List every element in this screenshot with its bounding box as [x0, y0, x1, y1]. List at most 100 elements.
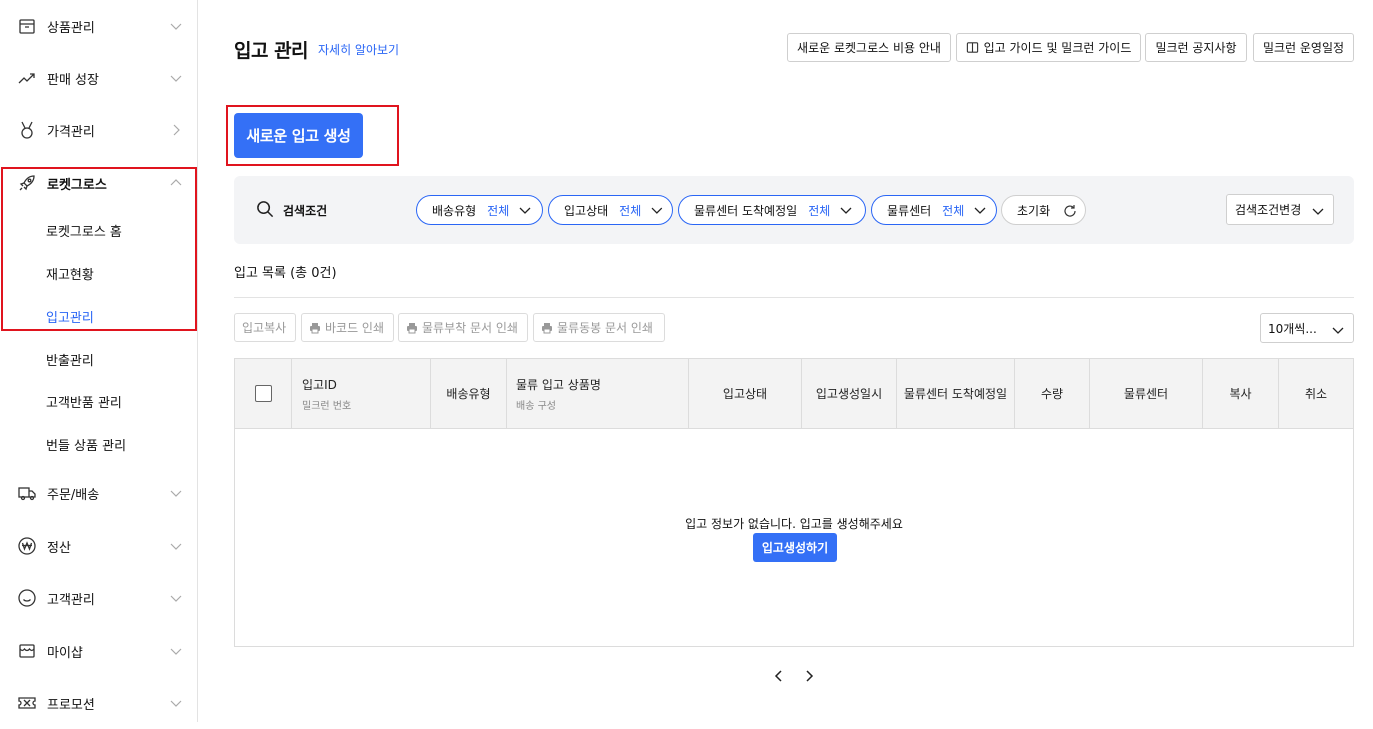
- printer-icon: [310, 322, 320, 333]
- col-cancel[interactable]: 취소: [1279, 359, 1353, 428]
- shop-icon: [19, 644, 35, 658]
- trend-up-icon: [18, 73, 35, 84]
- chevron-down-icon: [170, 490, 182, 497]
- filter-arrival-date[interactable]: 물류센터 도착예정일 전체: [678, 195, 866, 225]
- sidebar-item-label: 상품관리: [47, 20, 95, 36]
- print-enclosed-documents-button[interactable]: 물류동봉 문서 인쇄: [533, 313, 665, 342]
- sidebar-item-customer-management[interactable]: 고객관리: [0, 572, 197, 624]
- action-label: 물류동봉 문서 인쇄: [557, 321, 653, 335]
- table-header: 입고ID 밀크런 번호 배송유형 물류 입고 상품명 배송 구성 입고상태 입고…: [235, 359, 1353, 429]
- chevron-right-icon[interactable]: [801, 668, 817, 684]
- empty-state-message: 입고 정보가 없습니다. 입고를 생성해주세요: [685, 517, 903, 531]
- chevron-down-icon: [170, 595, 182, 602]
- printer-icon: [407, 322, 417, 333]
- learn-more-link[interactable]: 자세히 알아보기: [318, 41, 399, 58]
- inbound-milkrun-guide-label: 입고 가이드 및 밀크런 가이드: [983, 41, 1132, 55]
- create-inbound-button[interactable]: 입고생성하기: [753, 533, 837, 562]
- sidebar-item-sales-growth[interactable]: 판매 성장: [0, 52, 197, 104]
- col-delivery-type[interactable]: 배송유형: [431, 359, 507, 428]
- filter-inbound-status[interactable]: 입고상태 전체: [548, 195, 673, 225]
- ticket-icon: [18, 697, 36, 709]
- col-product-name[interactable]: 물류 입고 상품명 배송 구성: [507, 359, 689, 428]
- chevron-down-icon: [1312, 208, 1324, 215]
- sidebar-subitem-bundle-products[interactable]: 번들 상품 관리: [0, 424, 197, 464]
- filter-value: 전체: [619, 203, 642, 218]
- col-quantity[interactable]: 수량: [1015, 359, 1090, 428]
- per-page-select[interactable]: 10개씩...: [1260, 313, 1354, 343]
- filter-value: 전체: [942, 203, 965, 218]
- chevron-down-icon: [170, 648, 182, 655]
- column-header-label: 복사: [1229, 387, 1252, 401]
- col-copy[interactable]: 복사: [1203, 359, 1279, 428]
- change-search-conditions-button[interactable]: 검색조건변경: [1226, 194, 1334, 225]
- filter-delivery-type[interactable]: 배송유형 전체: [416, 195, 543, 225]
- sidebar-subitem-label: 번들 상품 관리: [46, 438, 127, 454]
- sidebar-subitem-outbound-management[interactable]: 반출관리: [0, 339, 197, 379]
- print-label-documents-button[interactable]: 물류부착 문서 인쇄: [398, 313, 528, 342]
- sidebar-subitem-inventory-status[interactable]: 재고현황: [0, 253, 197, 293]
- col-inbound-id[interactable]: 입고ID 밀크런 번호: [292, 359, 431, 428]
- sidebar-item-label: 판매 성장: [47, 72, 99, 88]
- sidebar-subitem-label: 입고관리: [46, 310, 94, 326]
- column-header-label: 배송유형: [446, 387, 491, 401]
- select-all-cell: [235, 359, 292, 428]
- sidebar-item-price-management[interactable]: 가격관리: [0, 104, 197, 156]
- rocket-growth-fee-guide-button[interactable]: 새로운 로켓그로스 비용 안내: [787, 33, 951, 62]
- filter-key: 물류센터: [887, 203, 932, 218]
- search-icon: [257, 201, 274, 218]
- chevron-down-icon: [519, 207, 531, 214]
- sidebar-item-rocket-growth[interactable]: 로켓그로스: [0, 157, 197, 209]
- per-page-value: 10개씩...: [1268, 321, 1317, 336]
- inbound-milkrun-guide-button[interactable]: 입고 가이드 및 밀크런 가이드: [956, 33, 1141, 62]
- column-header-label: 물류센터 도착예정일: [903, 387, 1008, 401]
- sidebar-item-promotion[interactable]: 프로모션: [0, 677, 197, 729]
- filter-key: 입고상태: [564, 203, 609, 218]
- rocket-icon: [19, 175, 35, 191]
- col-arrival-date[interactable]: 물류센터 도착예정일: [897, 359, 1015, 428]
- column-header-label: 취소: [1304, 387, 1328, 401]
- copy-inbound-button[interactable]: 입고복사: [234, 313, 296, 342]
- sidebar-subitem-rocket-growth-home[interactable]: 로켓그로스 홈: [0, 210, 197, 250]
- column-header-label: 물류센터: [1123, 387, 1169, 401]
- col-inbound-status[interactable]: 입고상태: [689, 359, 802, 428]
- sidebar-item-orders-shipping[interactable]: 주문/배송: [0, 467, 197, 519]
- sidebar-subitem-label: 로켓그로스 홈: [46, 224, 122, 240]
- main-content: 입고 관리 자세히 알아보기 새로운 로켓그로스 비용 안내 입고 가이드 및 …: [198, 0, 1373, 722]
- chevron-left-icon[interactable]: [771, 668, 787, 684]
- filter-value: 전체: [487, 203, 510, 218]
- milkrun-schedule-button[interactable]: 밀크런 운영일정: [1253, 33, 1354, 62]
- milkrun-notice-button[interactable]: 밀크런 공지사항: [1145, 33, 1247, 62]
- action-label: 바코드 인쇄: [325, 321, 385, 335]
- sidebar-item-label: 주문/배송: [47, 487, 100, 503]
- book-icon: [966, 42, 978, 53]
- filter-key: 배송유형: [432, 203, 477, 218]
- chevron-right-icon: [173, 124, 180, 136]
- inbound-table: 입고ID 밀크런 번호 배송유형 물류 입고 상품명 배송 구성 입고상태 입고…: [234, 358, 1354, 647]
- sidebar-subitem-label: 고객반품 관리: [46, 395, 122, 411]
- won-icon: [18, 537, 36, 555]
- search-conditions-label: 검색조건: [283, 204, 328, 218]
- print-barcode-button[interactable]: 바코드 인쇄: [301, 313, 394, 342]
- sidebar: 상품관리 판매 성장 가격관리 로켓그로스 로켓그로스 홈 재고현황 입고관리 …: [0, 0, 198, 722]
- chevron-up-icon: [170, 179, 182, 186]
- reset-filters-button[interactable]: 초기화: [1001, 195, 1086, 225]
- create-new-inbound-button[interactable]: 새로운 입고 생성: [234, 113, 363, 158]
- printer-icon: [542, 322, 552, 333]
- chevron-down-icon: [170, 700, 182, 707]
- filter-fulfillment-center[interactable]: 물류센터 전체: [871, 195, 997, 225]
- column-header-sublabel: 배송 구성: [516, 400, 556, 412]
- sidebar-item-my-shop[interactable]: 마이샵: [0, 625, 197, 677]
- sidebar-item-label: 정산: [47, 540, 71, 556]
- chevron-down-icon: [1332, 327, 1344, 334]
- chevron-down-icon: [170, 23, 182, 30]
- sidebar-item-product-management[interactable]: 상품관리: [0, 0, 197, 52]
- inbound-list-title: 입고 목록 (총 0건): [234, 266, 337, 281]
- sidebar-item-settlement[interactable]: 정산: [0, 520, 197, 572]
- filter-value: 전체: [808, 203, 831, 218]
- col-fulfillment-center[interactable]: 물류센터: [1090, 359, 1203, 428]
- col-created-at[interactable]: 입고생성일시: [802, 359, 897, 428]
- sidebar-subitem-customer-returns[interactable]: 고객반품 관리: [0, 381, 197, 421]
- select-all-checkbox[interactable]: [255, 385, 272, 402]
- divider: [234, 297, 1354, 298]
- sidebar-subitem-inbound-management[interactable]: 입고관리: [0, 296, 197, 336]
